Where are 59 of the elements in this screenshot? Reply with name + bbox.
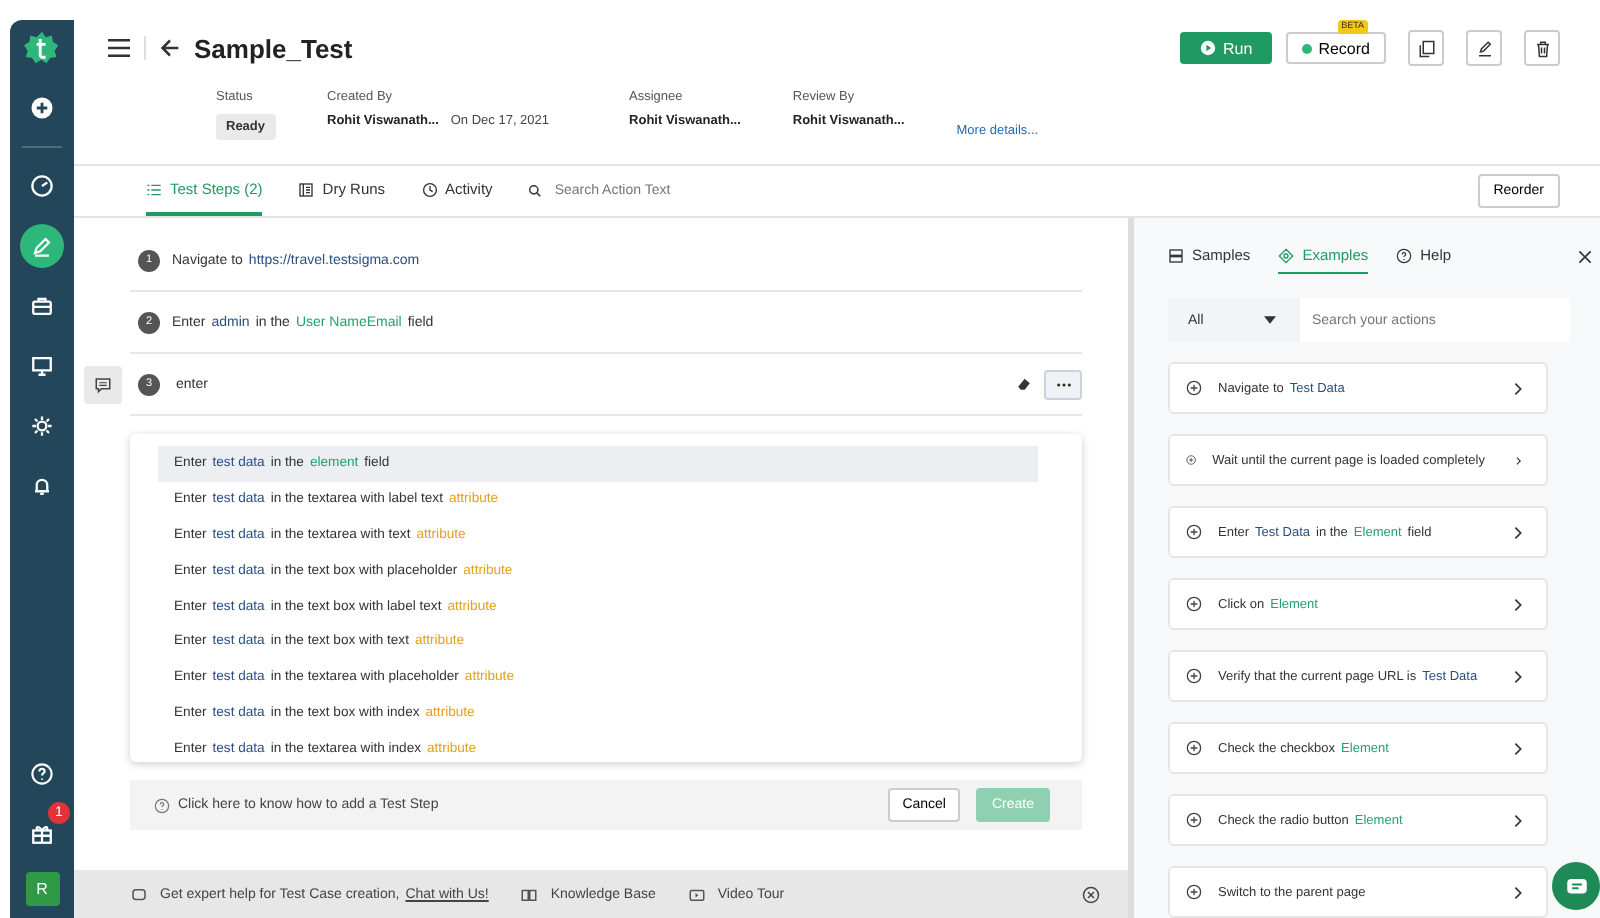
trash-icon [1533,39,1551,57]
book-icon [520,885,539,903]
chevron-right-icon [1514,669,1522,683]
edit-icon [1475,39,1493,57]
play-icon [1199,40,1216,56]
record-button[interactable]: Record [1286,32,1386,64]
target-icon [1278,247,1295,263]
gear-icon [28,412,56,440]
pencil-icon [28,232,56,260]
run-button[interactable]: Run [1179,32,1273,64]
chat-icon [1563,873,1589,899]
chevron-right-icon [1514,741,1522,755]
chat-button[interactable] [1552,862,1600,910]
chevron-right-icon [1514,813,1522,827]
stack-icon [1168,247,1184,263]
edit-button[interactable] [1466,30,1502,66]
page-title: Sample_Test [194,33,353,63]
add-icon [1186,668,1202,684]
gauge-icon [28,172,56,200]
help-icon [28,760,56,788]
delete-button[interactable] [1524,30,1560,66]
document-icon [298,181,315,197]
comment-icon [93,376,111,394]
more-icon [1055,381,1071,387]
gift-icon [28,820,56,848]
add-icon [1186,740,1202,756]
caret-icon [1264,316,1276,324]
chevron-right-icon [1514,597,1522,611]
eraser-icon[interactable] [1016,376,1032,392]
briefcase-icon [28,292,56,320]
chat-icon [130,885,148,903]
monitor-icon [28,352,56,380]
add-icon [1186,524,1202,540]
search-icon [528,184,543,198]
logo-icon [24,30,60,66]
close-icon[interactable] [1578,249,1592,263]
add-icon [1186,596,1202,612]
list-icon [146,181,162,197]
pencil-nav-button[interactable] [20,224,64,268]
menu-icon[interactable] [108,38,130,58]
close-icon[interactable] [1082,885,1100,903]
back-arrow-icon[interactable] [160,38,180,58]
copy-icon [1417,39,1435,57]
add-icon [1186,812,1202,828]
add-icon [1186,452,1197,468]
plus-circle-icon [28,94,56,122]
chevron-right-icon [1516,453,1522,467]
user-avatar[interactable]: R [25,872,59,906]
clock-icon [421,181,438,197]
chevron-right-icon [1514,885,1522,899]
add-icon [1186,884,1202,900]
duplicate-button[interactable] [1408,30,1444,66]
help-icon [154,797,170,813]
comment-button[interactable] [83,366,121,404]
help-icon [1396,247,1413,263]
chevron-right-icon [1514,525,1522,539]
add-icon [1186,380,1202,396]
chevron-right-icon [1514,381,1522,395]
video-icon [687,885,706,903]
